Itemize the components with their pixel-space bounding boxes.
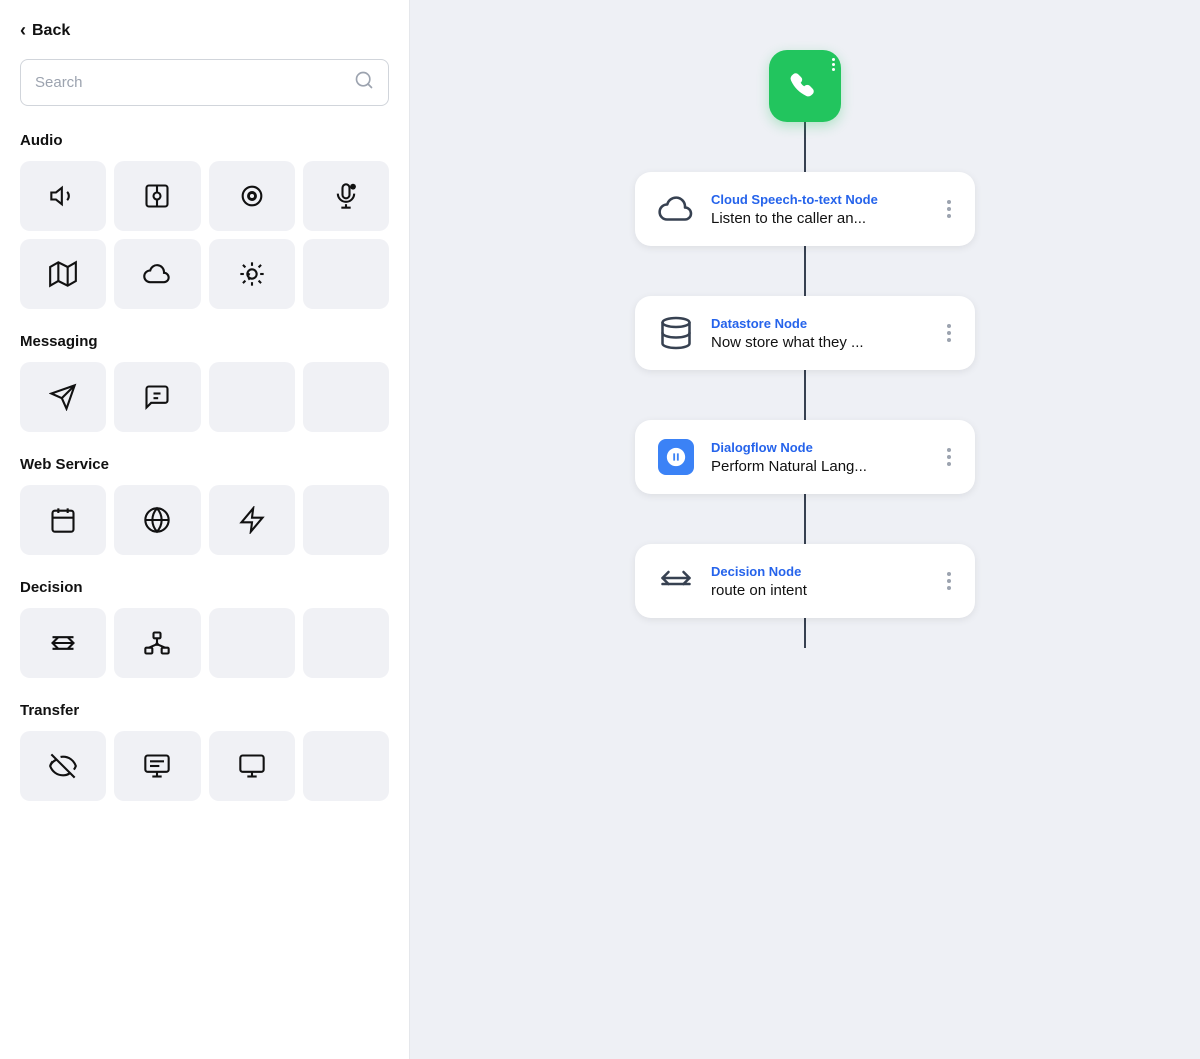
dialogflow-menu[interactable] [943,444,955,470]
audio-grid [20,161,389,309]
decision-node[interactable]: Decision Node route on intent [635,544,975,618]
section-transfer-label: Transfer [20,702,389,719]
right-panel: Cloud Speech-to-text Node Listen to the … [410,0,1200,1059]
record-tile[interactable] [209,161,295,231]
message-tile[interactable] [114,362,200,432]
audio-settings-tile[interactable] [114,161,200,231]
monitor-tile[interactable] [209,731,295,801]
section-webservice-label: Web Service [20,456,389,473]
cloud-tile[interactable] [114,239,200,309]
dialogflow-icon [658,439,694,475]
datastore-text: Datastore Node Now store what they ... [711,316,929,351]
cloud-speech-node[interactable]: Cloud Speech-to-text Node Listen to the … [635,172,975,246]
cloud-speech-icon [655,188,697,230]
light-tile[interactable] [209,239,295,309]
datastore-desc: Now store what they ... [711,334,929,351]
eye-off-tile[interactable] [20,731,106,801]
empty-tile-6 [303,608,389,678]
connector-2 [804,370,806,420]
section-messaging-label: Messaging [20,333,389,350]
flow-canvas: Cloud Speech-to-text Node Listen to the … [410,30,1200,648]
transfer-grid [20,731,389,801]
datastore-icon [655,312,697,354]
section-decision-label: Decision [20,579,389,596]
connector-3 [804,494,806,544]
start-node-menu[interactable] [832,58,835,71]
empty-tile-1 [303,239,389,309]
map-tile[interactable] [20,239,106,309]
datastore-type: Datastore Node [711,316,929,331]
dialogflow-text: Dialogflow Node Perform Natural Lang... [711,440,929,475]
empty-tile-7 [303,731,389,801]
network-tile[interactable] [114,608,200,678]
empty-tile-5 [209,608,295,678]
send-tile[interactable] [20,362,106,432]
decision-grid [20,608,389,678]
decision-text: Decision Node route on intent [711,564,929,599]
search-input[interactable] [35,74,354,91]
decision-type: Decision Node [711,564,929,579]
mic-tile[interactable] [303,161,389,231]
search-bar [20,59,389,106]
empty-tile-3 [303,362,389,432]
datastore-node[interactable]: Datastore Node Now store what they ... [635,296,975,370]
dialogflow-desc: Perform Natural Lang... [711,458,929,475]
cloud-speech-desc: Listen to the caller an... [711,210,929,227]
decision-node-icon [655,560,697,602]
webservice-grid [20,485,389,555]
cloud-speech-menu[interactable] [943,196,955,222]
bolt-tile[interactable] [209,485,295,555]
left-panel: ‹ Back Audio [0,0,410,1059]
empty-tile-4 [303,485,389,555]
decision-tile[interactable] [20,608,106,678]
decision-menu[interactable] [943,568,955,594]
globe-tile[interactable] [114,485,200,555]
cloud-speech-text: Cloud Speech-to-text Node Listen to the … [711,192,929,227]
chevron-left-icon: ‹ [20,20,26,41]
transfer-display-tile[interactable] [114,731,200,801]
volume-tile[interactable] [20,161,106,231]
section-audio-label: Audio [20,132,389,149]
search-icon [354,70,374,95]
dialogflow-icon-wrapper [655,436,697,478]
back-button[interactable]: ‹ Back [20,20,389,41]
connector-1 [804,246,806,296]
messaging-grid [20,362,389,432]
start-node[interactable] [769,50,841,122]
calendar-tile[interactable] [20,485,106,555]
dialogflow-type: Dialogflow Node [711,440,929,455]
connector-0 [804,122,806,172]
datastore-menu[interactable] [943,320,955,346]
back-label: Back [32,22,70,40]
decision-desc: route on intent [711,582,929,599]
dialogflow-node[interactable]: Dialogflow Node Perform Natural Lang... [635,420,975,494]
cloud-speech-type: Cloud Speech-to-text Node [711,192,929,207]
empty-tile-2 [209,362,295,432]
connector-4 [804,618,806,648]
